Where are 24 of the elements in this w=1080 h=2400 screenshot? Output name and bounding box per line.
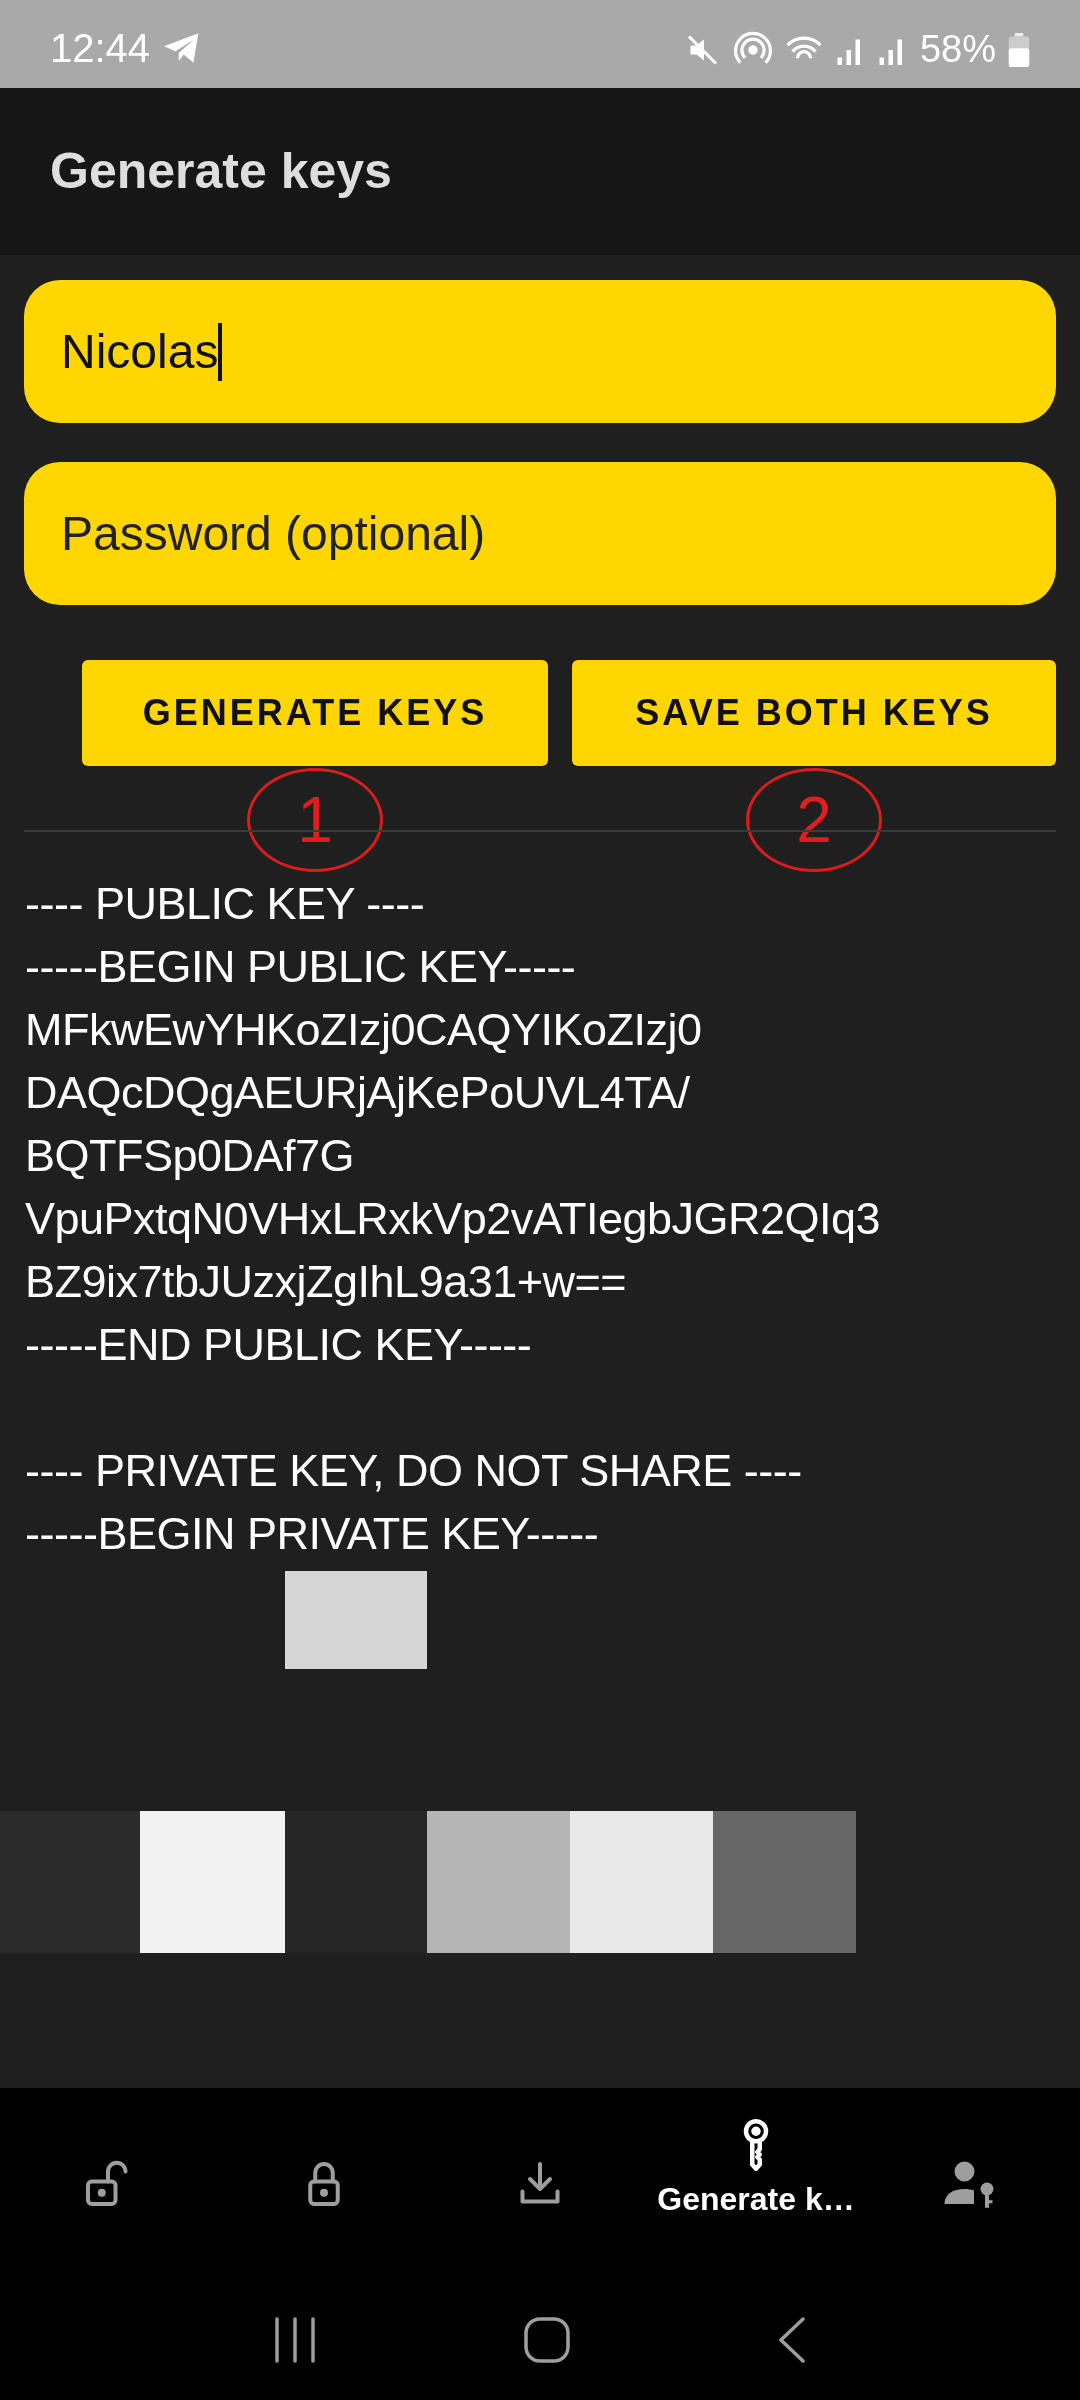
key-text-line: -----BEGIN PUBLIC KEY-----	[25, 940, 577, 994]
key-text-line: -----END PUBLIC KEY-----	[25, 1318, 533, 1372]
key-text-line: -----BEGIN PRIVATE KEY-----	[25, 1507, 600, 1561]
text-cursor	[218, 322, 223, 381]
password-field[interactable]: Password (optional)	[24, 462, 1056, 605]
nav-tab[interactable]: Generate k…	[648, 2073, 864, 2265]
action-button[interactable]: SAVE BOTH KEYS	[572, 660, 1056, 766]
screen-title: Generate keys	[50, 142, 392, 201]
recent-apps-icon[interactable]	[273, 2316, 317, 2364]
key-text-line: ---- PUBLIC KEY ----	[25, 877, 426, 931]
home-icon[interactable]	[523, 2316, 571, 2364]
key-text-line: ---- PRIVATE KEY, DO NOT SHARE ----	[25, 1444, 803, 1498]
key-text-line: VpuPxtqN0VHxLRxkVp2vATIegbJGR2QIq3	[25, 1192, 882, 1246]
name-value: Nicolas	[61, 323, 219, 380]
battery-icon	[1008, 32, 1030, 67]
back-icon[interactable]	[777, 2316, 807, 2364]
key-text-line: BZ9ix7tbJUzxjZgIhL9a31+w==	[25, 1255, 628, 1309]
action-button[interactable]: GENERATE KEYS	[82, 660, 548, 766]
battery-percentage: 58%	[919, 27, 996, 72]
name-field[interactable]: Nicolas	[24, 280, 1056, 423]
key-text-line: BQTFSp0DAf7G	[25, 1129, 356, 1183]
key-text-line: DAQcDQgAEURjAjKePoUVL4TA/	[25, 1066, 691, 1120]
status-time: 12:44	[50, 25, 151, 72]
key-text-line: MFkwEwYHKoZIzj0CAQYIKoZIzj0	[25, 1003, 703, 1057]
